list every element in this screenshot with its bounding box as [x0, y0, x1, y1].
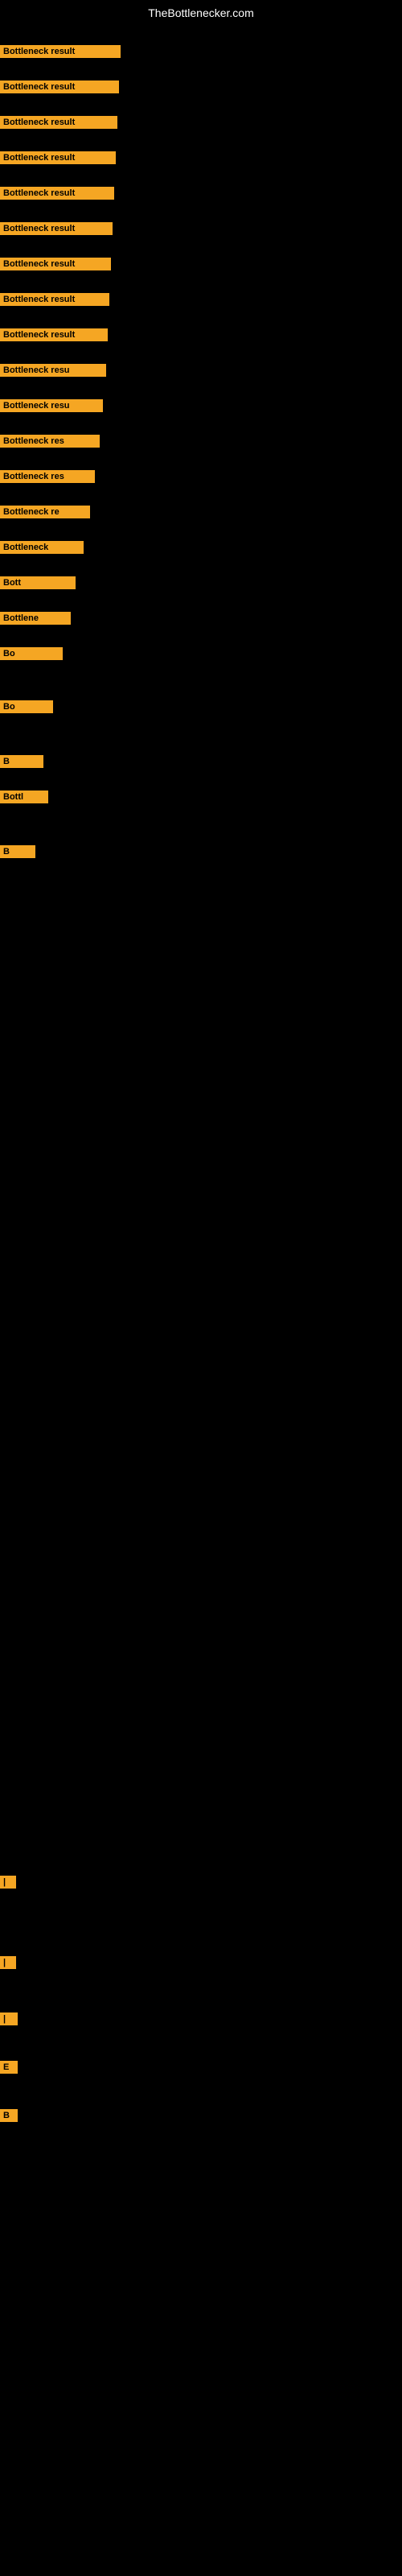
bottleneck-result-item: Bottleneck result [0, 258, 111, 270]
bottleneck-result-item: Bottleneck result [0, 151, 116, 164]
bottleneck-result-item: Bottleneck resu [0, 364, 106, 377]
bottleneck-result-item: Bottl [0, 791, 48, 803]
site-title: TheBottlenecker.com [0, 0, 402, 23]
bottleneck-result-item: Bo [0, 700, 53, 713]
bottleneck-result-item: Bottleneck res [0, 435, 100, 448]
bottleneck-result-item: Bottleneck re [0, 506, 90, 518]
bottleneck-result-item: | [0, 1876, 16, 1889]
bottleneck-result-item: | [0, 2013, 18, 2025]
bottleneck-result-item: Bottleneck result [0, 328, 108, 341]
bottleneck-result-item: Bottleneck res [0, 470, 95, 483]
bottleneck-result-item: Bottlene [0, 612, 71, 625]
bottleneck-result-item: B [0, 755, 43, 768]
bottleneck-result-item: Bottleneck result [0, 116, 117, 129]
bottleneck-result-item: Bottleneck [0, 541, 84, 554]
bottleneck-result-item: E [0, 2061, 18, 2074]
bottleneck-result-item: Bottleneck resu [0, 399, 103, 412]
bottleneck-result-item: Bottleneck result [0, 45, 121, 58]
bottleneck-result-item: Bottleneck result [0, 293, 109, 306]
bottleneck-result-item: Bo [0, 647, 63, 660]
bottleneck-result-item: Bottleneck result [0, 187, 114, 200]
bottleneck-result-item: Bottleneck result [0, 222, 113, 235]
bottleneck-result-item: Bott [0, 576, 76, 589]
bottleneck-result-item: B [0, 2109, 18, 2122]
bottleneck-result-item: Bottleneck result [0, 80, 119, 93]
bottleneck-result-item: B [0, 845, 35, 858]
bottleneck-result-item: | [0, 1956, 16, 1969]
